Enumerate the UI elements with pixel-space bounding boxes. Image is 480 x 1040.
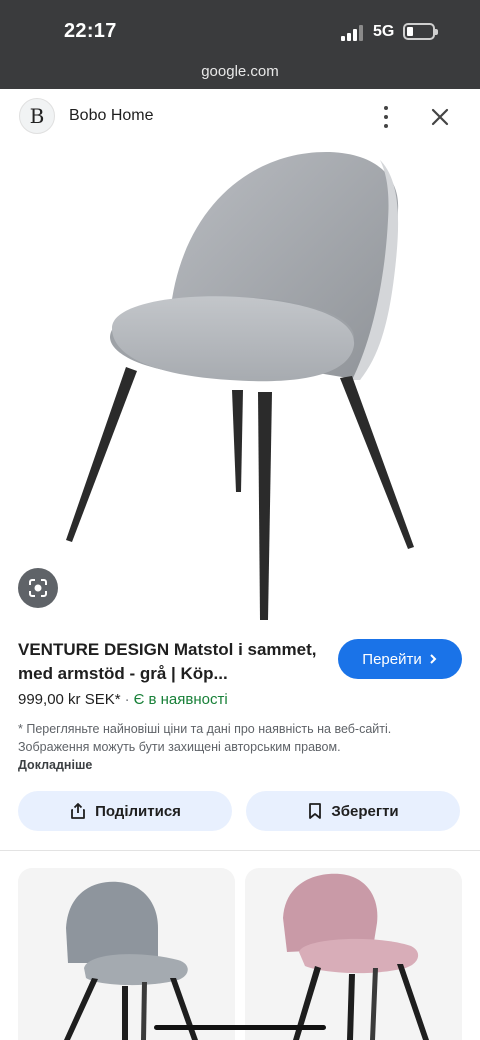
home-indicator[interactable]: [154, 1025, 326, 1030]
product-image[interactable]: [0, 140, 480, 630]
related-image-pink-chair[interactable]: [245, 868, 462, 1040]
product-title[interactable]: VENTURE DESIGN Matstol i sammet, med arm…: [18, 638, 328, 686]
network-type: 5G: [373, 23, 395, 40]
price: 999,00 kr SEK*: [18, 691, 121, 708]
status-bar: 22:17 5G google.com: [0, 0, 480, 89]
close-icon[interactable]: [429, 106, 451, 128]
divider: [0, 850, 480, 851]
clock: 22:17: [64, 20, 117, 42]
signal-icon: [341, 25, 365, 41]
stock-status: Є в наявності: [133, 691, 228, 708]
disclaimer-text: * Перегляньте найновіші ціни та дані про…: [18, 722, 392, 754]
visit-button-label: Перейти: [362, 650, 422, 668]
source-logo[interactable]: B: [19, 98, 55, 134]
url-bar[interactable]: google.com: [0, 63, 480, 80]
share-button[interactable]: Поділитися: [18, 791, 232, 831]
share-label: Поділитися: [95, 802, 181, 820]
source-name[interactable]: Bobo Home: [69, 107, 154, 125]
more-vert-icon[interactable]: [376, 106, 396, 128]
bookmark-icon: [309, 803, 322, 819]
save-button[interactable]: Зберегти: [246, 791, 460, 831]
separator: ·: [124, 691, 130, 708]
disclaimer: * Перегляньте найновіші ціни та дані про…: [18, 720, 398, 774]
related-image-grey-chair[interactable]: [18, 868, 235, 1040]
save-label: Зберегти: [331, 802, 399, 820]
learn-more-link[interactable]: Докладніше: [18, 758, 92, 772]
price-row: 999,00 kr SEK* · Є в наявності: [18, 691, 228, 708]
battery-icon: [403, 23, 438, 40]
lens-icon[interactable]: [18, 568, 58, 608]
chevron-right-icon: [430, 654, 437, 664]
share-icon: [71, 803, 85, 819]
visit-button[interactable]: Перейти: [338, 639, 462, 679]
